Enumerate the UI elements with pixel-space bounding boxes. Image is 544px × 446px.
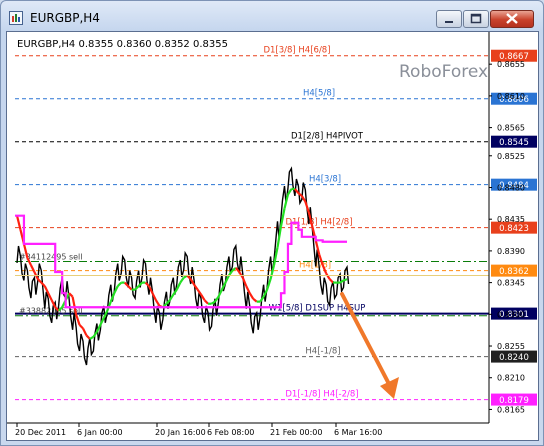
time-label: 20 Dec 2011 <box>15 428 66 437</box>
minimize-button[interactable] <box>436 10 462 28</box>
axis-tick-label: 0.8390 <box>497 247 525 256</box>
axis-tick-label: 0.8480 <box>497 183 525 192</box>
trend-segment <box>227 269 234 277</box>
price-box-label: 0.8240 <box>499 353 529 363</box>
axis-tick-label: 0.8525 <box>497 152 525 161</box>
price-box-label: 0.8545 <box>499 138 529 148</box>
window-title: EURGBP,H4 <box>30 11 100 25</box>
axis-tick-label: 0.8565 <box>497 124 525 133</box>
terminal-window: EURGBP,H4 EURGBP,H4 0.8355 0.8360 0.8352… <box>0 0 544 446</box>
axis-tick-label: 0.8435 <box>497 215 525 224</box>
trend-segment <box>92 331 98 338</box>
trend-segment <box>116 281 122 287</box>
trend-segment <box>43 285 50 294</box>
trend-segment <box>68 292 74 298</box>
trend-segment <box>252 297 258 303</box>
close-icon <box>506 13 518 24</box>
trend-segment <box>328 278 334 284</box>
trend-segment <box>259 296 265 303</box>
trend-segment <box>155 299 161 307</box>
broker-watermark: RoboForex <box>399 62 488 82</box>
level-label: H4[3/8] <box>309 175 341 185</box>
time-axis: 20 Dec 2011 6 Jan 00:00 20 Jan 16:00 6 Feb … <box>15 423 382 437</box>
trend-segment <box>85 334 91 340</box>
trend-segment <box>144 281 150 287</box>
chart-area[interactable]: EURGBP,H4 0.8355 0.8360 0.8352 0.8355 Ro… <box>6 31 539 441</box>
maximize-button[interactable] <box>463 10 489 28</box>
price-chart[interactable]: EURGBP,H4 0.8355 0.8360 0.8352 0.8355 Ro… <box>7 32 538 440</box>
minimize-icon <box>445 21 453 23</box>
level-label: D1[3/8] H4[6/8] <box>263 46 330 56</box>
arrow-head <box>380 377 399 399</box>
axis-tick-label: 0.8210 <box>497 374 525 383</box>
price-axis: 0.8655 0.8610 0.8565 0.8525 0.8480 0.8435 0.83… <box>7 32 525 424</box>
axis-tick-label: 0.8165 <box>497 405 525 414</box>
trend-segment <box>82 327 88 336</box>
trend-segment <box>186 274 192 280</box>
arrow-shaft <box>340 292 391 386</box>
price-box-label: 0.8362 <box>499 267 529 277</box>
trend-segment <box>78 324 84 330</box>
time-label: 21 Feb 00:00 <box>270 428 322 437</box>
trend-segment <box>89 335 94 340</box>
level-label: D1[2/8] H4PIVOT <box>291 132 364 142</box>
axis-tick-label: 0.8345 <box>497 279 525 288</box>
trend-segment <box>325 272 331 280</box>
trend-segment <box>40 281 46 287</box>
axis-tick-label: 0.8255 <box>497 342 525 351</box>
trend-segment <box>179 277 185 284</box>
symbol-info: EURGBP,H4 0.8355 0.8360 0.8352 0.8355 <box>17 39 228 50</box>
time-label: 6 Mar 16:00 <box>334 428 382 437</box>
title-bar[interactable]: EURGBP,H4 <box>1 1 544 33</box>
time-label: 6 Jan 00:00 <box>77 428 123 437</box>
trend-segment <box>343 278 348 282</box>
chart-window-icon <box>9 11 23 25</box>
time-label: 6 Feb 08:00 <box>207 428 254 437</box>
axis-tick-label: 0.8300 <box>497 310 525 319</box>
axis-tick-label: 0.8655 <box>497 60 525 69</box>
price-series <box>15 166 489 366</box>
trend-segment <box>245 285 251 294</box>
trend-segment <box>203 299 209 305</box>
restore-icon <box>470 13 482 24</box>
close-button[interactable] <box>490 10 534 28</box>
forecast-arrow <box>340 292 399 399</box>
axis-tick-label: 0.8610 <box>497 92 525 101</box>
trend-segment <box>300 195 307 203</box>
trend-segment <box>37 278 43 284</box>
trend-segment <box>248 292 255 300</box>
time-label: 20 Jan 16:00 <box>155 428 206 437</box>
level-label: D1[-1/8] H4[-2/8] <box>285 390 358 400</box>
level-label: H4[-1/8] <box>305 347 340 357</box>
level-label: H4[5/8] <box>303 89 335 99</box>
trend-segment <box>196 289 203 296</box>
price-box-label: 0.8423 <box>499 224 529 234</box>
trend-segment <box>127 285 133 291</box>
